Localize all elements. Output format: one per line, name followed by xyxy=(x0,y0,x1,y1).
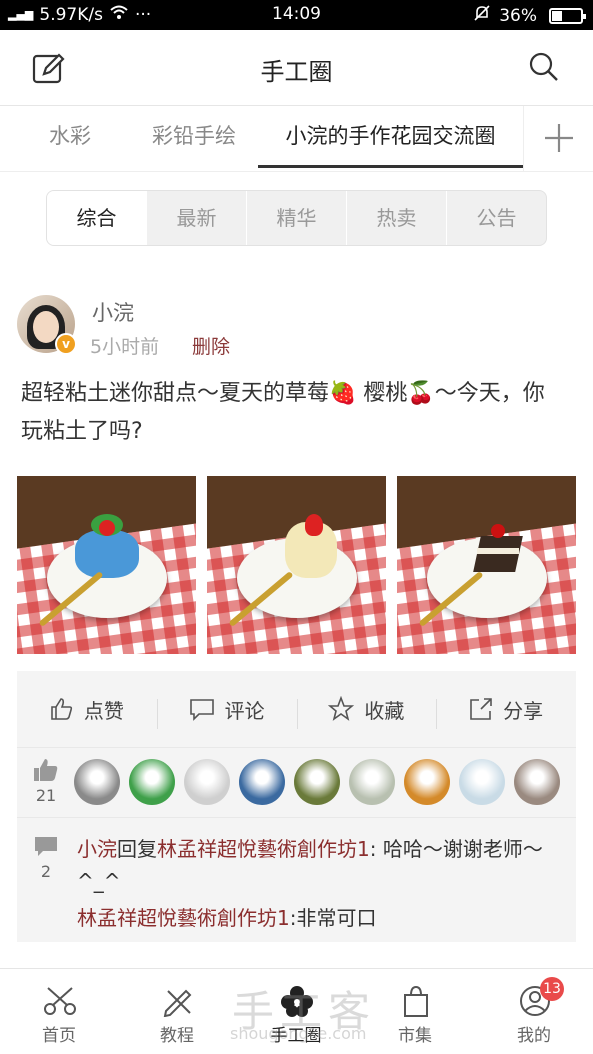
page-title: 手工圈 xyxy=(260,58,333,86)
delete-link[interactable]: 删除 xyxy=(192,332,230,359)
reply-word: 回复 xyxy=(117,837,157,861)
scissors-icon xyxy=(44,987,76,1015)
nav-profile-label: 我的 xyxy=(517,1026,551,1046)
post-image[interactable] xyxy=(397,476,576,654)
favorite-label: 收藏 xyxy=(364,698,405,723)
verified-badge: v xyxy=(55,333,77,355)
comment-text: :非常可口 xyxy=(289,906,377,930)
search-icon[interactable] xyxy=(529,52,559,82)
segment-general[interactable]: 综合 xyxy=(47,191,146,245)
comment-item[interactable]: 林孟祥超悅藝術創作坊1:非常可口 xyxy=(77,902,376,931)
post-time: 5小时前 xyxy=(90,336,160,358)
share-label: 分享 xyxy=(503,698,544,723)
liker-avatar[interactable] xyxy=(349,759,395,805)
liker-avatar[interactable] xyxy=(239,759,285,805)
post-username[interactable]: 小浣 xyxy=(92,297,134,327)
plus-icon xyxy=(545,124,573,152)
share-button[interactable]: 分享 xyxy=(436,695,576,729)
thumb-up-icon xyxy=(51,698,73,720)
comment-user[interactable]: 林孟祥超悅藝術創作坊1 xyxy=(77,906,290,930)
segment-featured[interactable]: 精华 xyxy=(246,191,346,245)
liker-avatar[interactable] xyxy=(294,759,340,805)
comment-count: 2 xyxy=(31,836,61,881)
filter-segment: 综合 最新 精华 热卖 公告 xyxy=(46,190,547,246)
pencil-ruler-icon xyxy=(163,989,192,1017)
status-bar: ▂▄▆ 5.97K/s ··· 14:09 36% xyxy=(0,0,593,30)
tab-watercolor[interactable]: 水彩 xyxy=(28,106,112,172)
comment-item[interactable]: 小浣回复林孟祥超悅藝術創作坊1: 哈哈〜谢谢老师〜^_^ xyxy=(77,833,557,897)
nav-home-label: 首页 xyxy=(42,1026,76,1046)
thumb-up-icon xyxy=(34,759,58,781)
comment-user[interactable]: 小浣 xyxy=(77,837,117,861)
liker-avatar[interactable] xyxy=(129,759,175,805)
comment-label: 评论 xyxy=(224,698,265,723)
post-image[interactable] xyxy=(17,476,196,654)
comments-section: 2 小浣回复林孟祥超悅藝術創作坊1: 哈哈〜谢谢老师〜^_^ 林孟祥超悅藝術創作… xyxy=(17,817,576,942)
app-header: 手工圈 xyxy=(0,30,593,106)
liker-avatar[interactable] xyxy=(459,759,505,805)
share-icon xyxy=(470,698,492,720)
likes-row: 21 xyxy=(17,747,576,817)
notification-badge: 13 xyxy=(540,977,564,1001)
comment-icon xyxy=(35,837,57,856)
nav-profile[interactable]: 我的 xyxy=(475,969,593,1054)
flower-icon xyxy=(281,986,313,1017)
post-text: 超轻粘土迷你甜点〜夏天的草莓🍓 樱桃🍒〜今天，你玩粘土了吗? xyxy=(21,381,545,444)
nav-circle[interactable]: 手工圈 xyxy=(237,969,355,1054)
nav-circle-label: 手工圈 xyxy=(270,1026,322,1046)
battery-percent: 36% xyxy=(499,5,537,26)
comment-icon xyxy=(189,699,214,721)
comment-button[interactable]: 评论 xyxy=(156,695,297,729)
liker-avatar[interactable] xyxy=(184,759,230,805)
bag-icon xyxy=(404,985,428,1017)
likes-count: 21 xyxy=(31,758,61,805)
star-icon xyxy=(328,696,355,721)
post-image[interactable] xyxy=(207,476,386,654)
liker-avatar[interactable] xyxy=(514,759,560,805)
nav-market[interactable]: 市集 xyxy=(356,969,474,1054)
tab-colored-pencil[interactable]: 彩铅手绘 xyxy=(140,106,248,172)
nav-market-label: 市集 xyxy=(398,1026,432,1046)
bottom-nav: 首页 教程 手工圈 市集 我的 xyxy=(0,968,593,1054)
segment-hot-sale[interactable]: 热卖 xyxy=(346,191,446,245)
like-label: 点赞 xyxy=(83,698,124,723)
battery-icon xyxy=(549,7,586,24)
mute-bell-icon xyxy=(473,4,491,27)
segment-latest[interactable]: 最新 xyxy=(146,191,246,245)
reply-target[interactable]: 林孟祥超悅藝術創作坊1 xyxy=(157,837,370,861)
liker-avatar[interactable] xyxy=(404,759,450,805)
nav-tutorial-label: 教程 xyxy=(160,1026,194,1046)
category-tabs: 水彩 彩铅手绘 小浣的手作花园交流圈 xyxy=(0,106,593,172)
nav-home[interactable]: 首页 xyxy=(0,969,118,1054)
liker-avatar[interactable] xyxy=(74,759,120,805)
favorite-button[interactable]: 收藏 xyxy=(296,695,437,729)
nav-tutorial[interactable]: 教程 xyxy=(118,969,236,1054)
add-tab-button[interactable] xyxy=(523,106,593,172)
like-button[interactable]: 点赞 xyxy=(17,695,157,724)
tab-garden-circle[interactable]: 小浣的手作花园交流圈 xyxy=(258,106,523,172)
segment-announcement[interactable]: 公告 xyxy=(446,191,546,245)
post-actions: 点赞 评论 收藏 分享 xyxy=(17,671,576,747)
